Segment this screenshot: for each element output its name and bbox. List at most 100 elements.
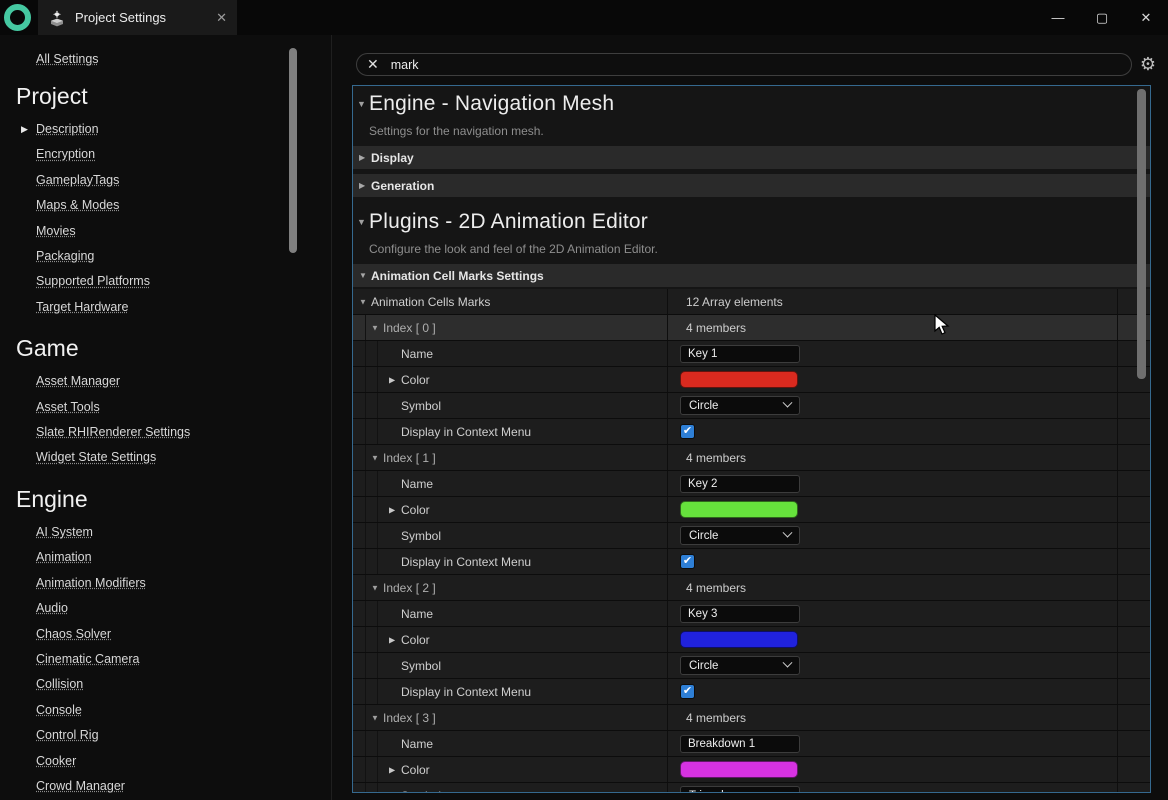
chevron-down-icon: [783, 398, 793, 408]
sidebar-item-cooker[interactable]: Cooker: [36, 749, 331, 774]
members-count: 4 members: [686, 581, 746, 595]
section-subtitle: Configure the look and feel of the 2D An…: [353, 240, 1150, 262]
sidebar-item-ai-system[interactable]: AI System: [36, 520, 331, 545]
name-input[interactable]: Key 3: [680, 605, 800, 623]
sidebar-item-animation[interactable]: Animation: [36, 545, 331, 570]
category-row-animation-cell-marks-settings[interactable]: ▼ Animation Cell Marks Settings: [353, 264, 1150, 287]
display-in-context-menu-checkbox[interactable]: ✔: [680, 554, 695, 569]
sidebar-item-animation-modifiers[interactable]: Animation Modifiers: [36, 571, 331, 596]
display-in-context-menu-checkbox[interactable]: ✔: [680, 424, 695, 439]
category-row-display[interactable]: ▶ Display: [353, 146, 1150, 169]
setting-row-symbol: Symbol Circle: [353, 393, 1150, 418]
sidebar-item-gameplaytags[interactable]: GameplayTags: [36, 168, 331, 193]
sidebar-item-slate-rhirenderer[interactable]: Slate RHIRenderer Settings: [36, 420, 331, 445]
section-title: Plugins - 2D Animation Editor: [369, 210, 648, 234]
setting-row-display-in-context-menu: Display in Context Menu ✔: [353, 549, 1150, 574]
sidebar-item-asset-tools[interactable]: Asset Tools: [36, 395, 331, 420]
collapsed-arrow-icon[interactable]: ▶: [389, 375, 395, 384]
panel-scrollbar[interactable]: [1137, 89, 1146, 379]
sidebar-engine-list: AI System Animation Animation Modifiers …: [36, 520, 331, 799]
sidebar-project-list: ▶Description Encryption GameplayTags Map…: [36, 117, 331, 320]
section-header-2d-animation-editor[interactable]: ▼ Plugins - 2D Animation Editor: [353, 204, 1150, 240]
sidebar-item-widget-state[interactable]: Widget State Settings: [36, 445, 331, 470]
section-header-navigation-mesh[interactable]: ▼ Engine - Navigation Mesh: [353, 86, 1150, 122]
setting-row-symbol: Symbol Circle: [353, 523, 1150, 548]
symbol-dropdown[interactable]: Circle: [680, 656, 800, 675]
expanded-arrow-icon[interactable]: ▼: [371, 713, 379, 722]
search-value: mark: [391, 58, 419, 72]
expanded-arrow-icon[interactable]: ▼: [359, 297, 367, 306]
sidebar-item-control-rig[interactable]: Control Rig: [36, 723, 331, 748]
active-item-arrow-icon: ▶: [21, 117, 28, 142]
search-input[interactable]: ✕ mark: [356, 53, 1132, 76]
section-title: Engine - Navigation Mesh: [369, 92, 614, 116]
project-settings-icon: [48, 9, 66, 27]
collapsed-arrow-icon[interactable]: ▶: [359, 153, 371, 162]
symbol-dropdown[interactable]: Circle: [680, 396, 800, 415]
sidebar-item-movies[interactable]: Movies: [36, 219, 331, 244]
setting-row-name: Name Key 3: [353, 601, 1150, 626]
setting-row-color: ▶ Color: [353, 757, 1150, 782]
tab-close-icon[interactable]: ✕: [216, 10, 227, 26]
minimize-button[interactable]: —: [1036, 10, 1080, 25]
setting-row-display-in-context-menu: Display in Context Menu ✔: [353, 679, 1150, 704]
members-count: 4 members: [686, 711, 746, 725]
array-item-header-3[interactable]: ▼ Index [ 3 ] 4 members: [353, 705, 1150, 730]
expanded-arrow-icon[interactable]: ▼: [357, 99, 369, 109]
chevron-down-icon: [783, 528, 793, 538]
name-input[interactable]: Breakdown 1: [680, 735, 800, 753]
collapsed-arrow-icon[interactable]: ▶: [389, 505, 395, 514]
display-in-context-menu-checkbox[interactable]: ✔: [680, 684, 695, 699]
array-item-header-1[interactable]: ▼ Index [ 1 ] 4 members: [353, 445, 1150, 470]
color-swatch[interactable]: [680, 631, 798, 648]
sidebar-item-maps-modes[interactable]: Maps & Modes: [36, 193, 331, 218]
name-input[interactable]: Key 2: [680, 475, 800, 493]
settings-panel: ▼ Engine - Navigation Mesh Settings for …: [352, 85, 1151, 793]
maximize-button[interactable]: ▢: [1080, 10, 1124, 26]
sidebar-section-project: Project: [16, 83, 331, 110]
sidebar-item-collision[interactable]: Collision: [36, 672, 331, 697]
name-input[interactable]: Key 1: [680, 345, 800, 363]
sidebar-item-chaos-solver[interactable]: Chaos Solver: [36, 622, 331, 647]
sidebar-scrollbar[interactable]: [289, 48, 297, 253]
sidebar-item-audio[interactable]: Audio: [36, 596, 331, 621]
symbol-dropdown[interactable]: Triangle: [680, 786, 800, 793]
sidebar-item-crowd-manager[interactable]: Crowd Manager: [36, 774, 331, 799]
setting-row-display-in-context-menu: Display in Context Menu ✔: [353, 419, 1150, 444]
category-row-generation[interactable]: ▶ Generation: [353, 174, 1150, 197]
sidebar-item-supported-platforms[interactable]: Supported Platforms: [36, 269, 331, 294]
expanded-arrow-icon[interactable]: ▼: [371, 323, 379, 332]
array-item-header-2[interactable]: ▼ Index [ 2 ] 4 members: [353, 575, 1150, 600]
setting-row-name: Name Breakdown 1: [353, 731, 1150, 756]
sidebar-item-all-settings[interactable]: All Settings: [36, 52, 99, 66]
color-swatch[interactable]: [680, 501, 798, 518]
sidebar-item-target-hardware[interactable]: Target Hardware: [36, 295, 331, 320]
sidebar-item-asset-manager[interactable]: Asset Manager: [36, 369, 331, 394]
sidebar-item-packaging[interactable]: Packaging: [36, 244, 331, 269]
expanded-arrow-icon[interactable]: ▼: [371, 583, 379, 592]
collapsed-arrow-icon[interactable]: ▶: [359, 181, 371, 190]
main-area: ✕ mark ⚙ ▼ Engine - Navigation Mesh Sett…: [332, 35, 1168, 800]
collapsed-arrow-icon[interactable]: ▶: [389, 635, 395, 644]
clear-search-icon[interactable]: ✕: [367, 56, 379, 73]
sidebar-item-description[interactable]: ▶Description: [36, 117, 331, 142]
collapsed-arrow-icon[interactable]: ▶: [389, 765, 395, 774]
sidebar-item-cinematic-camera[interactable]: Cinematic Camera: [36, 647, 331, 672]
tab-project-settings[interactable]: Project Settings ✕: [38, 0, 237, 35]
chevron-down-icon: [783, 658, 793, 668]
members-count: 4 members: [686, 321, 746, 335]
settings-gear-icon[interactable]: ⚙: [1137, 53, 1159, 75]
expanded-arrow-icon[interactable]: ▼: [371, 453, 379, 462]
members-count: 4 members: [686, 451, 746, 465]
expanded-arrow-icon[interactable]: ▼: [359, 271, 371, 280]
window-controls: — ▢ ✕: [1036, 0, 1168, 35]
color-swatch[interactable]: [680, 371, 798, 388]
sidebar-item-encryption[interactable]: Encryption: [36, 142, 331, 167]
array-item-header-0[interactable]: ▼ Index [ 0 ] 4 members: [353, 315, 1150, 340]
sidebar-item-console[interactable]: Console: [36, 698, 331, 723]
color-swatch[interactable]: [680, 761, 798, 778]
array-row-animation-cells-marks[interactable]: ▼ Animation Cells Marks 12 Array element…: [353, 289, 1150, 314]
close-button[interactable]: ✕: [1124, 10, 1168, 26]
symbol-dropdown[interactable]: Circle: [680, 526, 800, 545]
expanded-arrow-icon[interactable]: ▼: [357, 217, 369, 227]
